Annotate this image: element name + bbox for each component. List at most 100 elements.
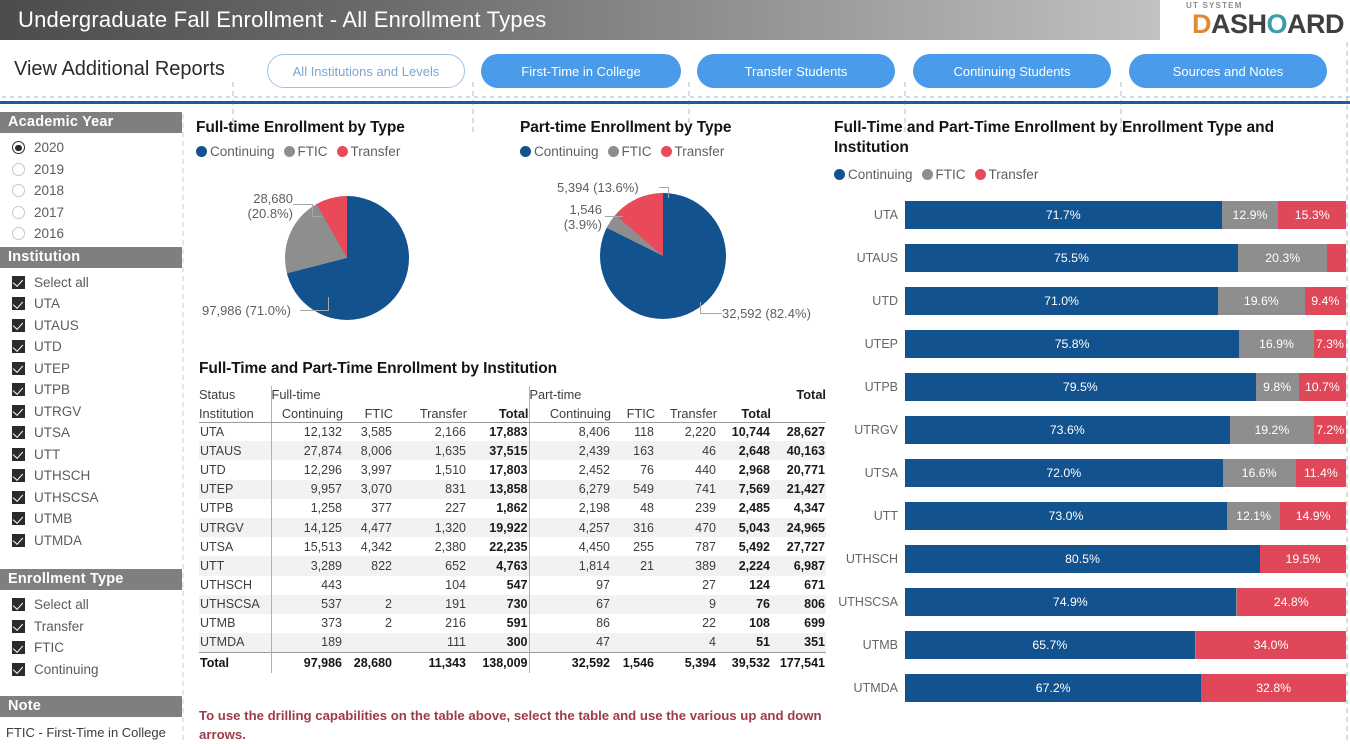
radio-option-2016[interactable]: 2016 bbox=[0, 223, 182, 245]
enrollment-table[interactable]: Status Full-time Part-time Total Institu… bbox=[199, 386, 826, 674]
checkbox-option-select-all-institutions[interactable]: Select all bbox=[0, 272, 182, 294]
institution-table[interactable]: Status Full-time Part-time Total Institu… bbox=[199, 386, 826, 674]
bar-row-utep[interactable]: UTEP 75.8% 16.9% 7.3% bbox=[834, 327, 1346, 361]
table-row[interactable]: UTPB 1,258 377 227 1,862 2,198 48 239 2,485 4,347 bbox=[199, 498, 826, 518]
bar-segment-ftic[interactable]: 20.3% bbox=[1237, 244, 1328, 272]
table-row[interactable]: UTEP 9,957 3,070 831 13,858 6,279 549 741 7,569 2… bbox=[199, 479, 826, 499]
checkbox-option-uta[interactable]: UTA bbox=[0, 293, 182, 315]
bar-segment-continuing[interactable]: 71.0% bbox=[905, 287, 1219, 315]
bar-segment-ftic[interactable]: 9.8% bbox=[1255, 373, 1299, 401]
legend-item-continuing[interactable]: Continuing bbox=[196, 144, 275, 159]
bar-segment-transfer[interactable]: 9.4% bbox=[1304, 287, 1346, 315]
bar-segment-transfer[interactable]: 15.3% bbox=[1278, 201, 1346, 229]
checkbox-icon[interactable] bbox=[12, 469, 25, 483]
bar-segment-ftic[interactable]: 12.1% bbox=[1226, 502, 1281, 530]
bar-segment-transfer[interactable] bbox=[1327, 244, 1346, 272]
bar-row-utpb[interactable]: UTPB 79.5% 9.8% 10.7% bbox=[834, 370, 1346, 404]
radio-option-2019[interactable]: 2019 bbox=[0, 159, 182, 181]
table-row[interactable]: UTAUS 27,874 8,006 1,635 37,515 2,439 163 46 2,6… bbox=[199, 441, 826, 461]
checkbox-option-utaus[interactable]: UTAUS bbox=[0, 315, 182, 337]
radio-icon[interactable] bbox=[12, 162, 25, 176]
bar-segment-transfer[interactable]: 24.8% bbox=[1236, 588, 1346, 616]
checkbox-icon[interactable] bbox=[12, 662, 25, 676]
bar-row-utmb[interactable]: UTMB 65.7% 34.0% bbox=[834, 628, 1346, 662]
bar-row-utaus[interactable]: UTAUS 75.5% 20.3% bbox=[834, 241, 1346, 275]
checkbox-icon[interactable] bbox=[12, 318, 25, 332]
nav-button-continuing-students[interactable]: Continuing Students bbox=[913, 54, 1111, 88]
bar-segment-ftic[interactable]: 16.6% bbox=[1222, 459, 1296, 487]
parttime-pie-chart[interactable] bbox=[600, 193, 726, 319]
table-row[interactable]: UTMB 373 2 216 591 86 22 108 699 bbox=[199, 613, 826, 634]
checkbox-icon[interactable] bbox=[12, 598, 25, 612]
bar-segment-continuing[interactable]: 75.5% bbox=[905, 244, 1238, 272]
checkbox-icon[interactable] bbox=[12, 512, 25, 526]
checkbox-option-transfer[interactable]: Transfer bbox=[0, 616, 182, 638]
legend-item-transfer[interactable]: Transfer bbox=[660, 144, 724, 159]
bar-segment-continuing[interactable]: 73.0% bbox=[905, 502, 1227, 530]
bar-row-uta[interactable]: UTA 71.7% 12.9% 15.3% bbox=[834, 198, 1346, 232]
table-row[interactable]: UTHSCSA 537 2 191 730 67 9 76 806 bbox=[199, 594, 826, 614]
checkbox-option-utd[interactable]: UTD bbox=[0, 336, 182, 358]
th-ft-continuing[interactable]: Continuing bbox=[270, 403, 343, 423]
fulltime-pie-chart[interactable] bbox=[285, 196, 409, 320]
bar-segment-continuing[interactable]: 72.0% bbox=[905, 459, 1223, 487]
radio-option-2018[interactable]: 2018 bbox=[0, 180, 182, 202]
radio-option-2017[interactable]: 2017 bbox=[0, 202, 182, 224]
bar-segment-transfer[interactable]: 7.2% bbox=[1314, 416, 1346, 444]
checkbox-icon[interactable] bbox=[12, 619, 25, 633]
table-row[interactable]: UTHSCH 443 104 547 97 27 124 671 bbox=[199, 575, 826, 595]
table-row[interactable]: UTRGV 14,125 4,477 1,320 19,922 4,257 316 470 5,… bbox=[199, 517, 826, 538]
bar-segment-ftic[interactable]: 19.2% bbox=[1229, 416, 1315, 444]
bar-row-utt[interactable]: UTT 73.0% 12.1% 14.9% bbox=[834, 499, 1346, 533]
bar-segment-continuing[interactable]: 73.6% bbox=[905, 416, 1230, 444]
nav-button-sources-and-notes[interactable]: Sources and Notes bbox=[1129, 54, 1327, 88]
bar-segment-ftic[interactable]: 12.9% bbox=[1221, 201, 1279, 229]
checkbox-icon[interactable] bbox=[12, 340, 25, 354]
radio-option-2020[interactable]: 2020 bbox=[0, 137, 182, 159]
legend-item-transfer[interactable]: Transfer bbox=[336, 144, 400, 159]
checkbox-option-uthsch[interactable]: UTHSCH bbox=[0, 465, 182, 487]
bar-segment-continuing[interactable]: 74.9% bbox=[905, 588, 1236, 616]
th-institution[interactable]: Institution bbox=[199, 403, 271, 423]
legend-item-ftic[interactable]: FTIC bbox=[921, 167, 966, 182]
bar-row-utrgv[interactable]: UTRGV 73.6% 19.2% 7.2% bbox=[834, 413, 1346, 447]
checkbox-option-utt[interactable]: UTT bbox=[0, 444, 182, 466]
bar-segment-transfer[interactable]: 34.0% bbox=[1196, 631, 1346, 659]
checkbox-icon[interactable] bbox=[12, 447, 25, 461]
table-row[interactable]: UTD 12,296 3,997 1,510 17,803 2,452 76 440 2,968… bbox=[199, 460, 826, 480]
legend-item-continuing[interactable]: Continuing bbox=[520, 144, 599, 159]
bar-segment-continuing[interactable]: 65.7% bbox=[905, 631, 1195, 659]
checkbox-option-utsa[interactable]: UTSA bbox=[0, 422, 182, 444]
checkbox-option-ftic[interactable]: FTIC bbox=[0, 637, 182, 659]
bar-segment-transfer[interactable]: 7.3% bbox=[1313, 330, 1346, 358]
legend-item-ftic[interactable]: FTIC bbox=[283, 144, 328, 159]
th-parttime-group[interactable]: Part-time bbox=[528, 386, 771, 403]
bar-segment-transfer[interactable]: 10.7% bbox=[1298, 373, 1346, 401]
checkbox-option-uthscsa[interactable]: UTHSCSA bbox=[0, 487, 182, 509]
bar-segment-transfer[interactable]: 32.8% bbox=[1201, 674, 1346, 702]
table-row[interactable]: UTT 3,289 822 652 4,763 1,814 21 389 2,224 6,987 bbox=[199, 556, 826, 576]
checkbox-icon[interactable] bbox=[12, 490, 25, 504]
checkbox-icon[interactable] bbox=[12, 297, 25, 311]
checkbox-icon[interactable] bbox=[12, 641, 25, 655]
bar-row-uthscsa[interactable]: UTHSCSA 74.9% 24.8% bbox=[834, 585, 1346, 619]
radio-icon[interactable] bbox=[12, 205, 25, 219]
bar-row-uthsch[interactable]: UTHSCH 80.5% 19.5% bbox=[834, 542, 1346, 576]
bar-row-utsa[interactable]: UTSA 72.0% 16.6% 11.4% bbox=[834, 456, 1346, 490]
checkbox-icon[interactable] bbox=[12, 533, 25, 547]
th-fulltime-group[interactable]: Full-time bbox=[270, 386, 529, 403]
th-grand-total-group[interactable]: Total bbox=[771, 386, 826, 403]
checkbox-icon[interactable] bbox=[12, 383, 25, 397]
th-pt-total[interactable]: Total bbox=[717, 403, 771, 423]
bar-segment-ftic[interactable]: 19.6% bbox=[1218, 287, 1305, 315]
checkbox-icon[interactable] bbox=[12, 361, 25, 375]
bar-segment-transfer[interactable]: 11.4% bbox=[1295, 459, 1346, 487]
nav-button-transfer-students[interactable]: Transfer Students bbox=[697, 54, 895, 88]
checkbox-option-utmb[interactable]: UTMB bbox=[0, 508, 182, 530]
checkbox-option-select-all-enrollment-types[interactable]: Select all bbox=[0, 594, 182, 616]
bar-segment-ftic[interactable]: 16.9% bbox=[1239, 330, 1314, 358]
bar-segment-continuing[interactable]: 75.8% bbox=[905, 330, 1240, 358]
bar-row-utmda[interactable]: UTMDA 67.2% 32.8% bbox=[834, 671, 1346, 705]
th-pt-ftic[interactable]: FTIC bbox=[611, 403, 655, 423]
th-pt-transfer[interactable]: Transfer bbox=[655, 403, 717, 423]
